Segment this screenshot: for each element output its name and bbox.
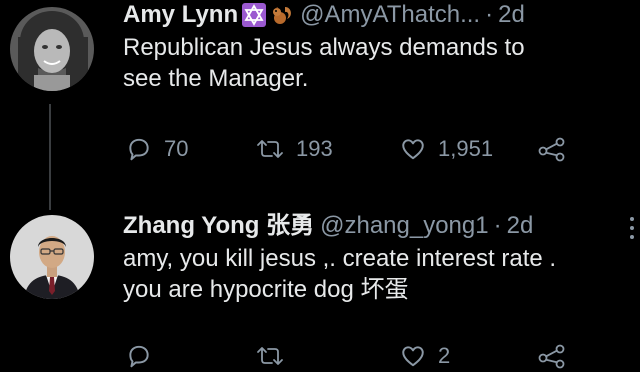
timestamp[interactable]: 2d bbox=[507, 212, 534, 240]
reply-button[interactable] bbox=[126, 343, 164, 369]
share-button[interactable] bbox=[538, 343, 566, 369]
display-name[interactable]: Zhang Yong 张勇 bbox=[123, 212, 314, 240]
tweet-text-line: see the Manager. bbox=[123, 65, 309, 92]
tweet-text-line: Republican Jesus always demands to bbox=[123, 34, 525, 61]
squirrel-icon bbox=[270, 3, 294, 27]
avatar-amy-lynn[interactable] bbox=[10, 7, 94, 91]
like-count: 2 bbox=[438, 343, 451, 368]
reply-icon bbox=[126, 136, 152, 162]
retweet-count: 193 bbox=[296, 136, 333, 161]
tweet-text-line: amy, you kill jesus ,. create interest r… bbox=[123, 245, 557, 272]
like-button[interactable]: 2 bbox=[400, 343, 450, 369]
tweet-text: Republican Jesus always demands to see t… bbox=[123, 32, 525, 94]
user-handle[interactable]: @AmyAThatch... bbox=[300, 1, 480, 29]
more-options-icon[interactable] bbox=[630, 217, 636, 239]
avatar-zhang-yong[interactable] bbox=[10, 215, 94, 299]
retweet-button[interactable]: 193 bbox=[256, 136, 333, 162]
share-button[interactable] bbox=[538, 136, 566, 162]
like-button[interactable]: 1,951 bbox=[400, 136, 493, 162]
reply-icon bbox=[126, 343, 152, 369]
tweet-header: Amy Lynn @AmyAThatch... · 2d bbox=[123, 1, 525, 29]
reply-count: 70 bbox=[164, 136, 189, 161]
retweet-icon bbox=[256, 136, 284, 162]
tweet-header: Zhang Yong 张勇 @zhang_yong1 · 2d bbox=[123, 212, 556, 240]
retweet-button[interactable] bbox=[256, 343, 296, 369]
star-of-david-icon bbox=[242, 3, 267, 27]
timestamp[interactable]: 2d bbox=[498, 1, 525, 29]
tweet-amy-lynn[interactable]: Amy Lynn @AmyAThatch... · 2d Republican … bbox=[0, 0, 640, 200]
like-count: 1,951 bbox=[438, 136, 494, 161]
retweet-icon bbox=[256, 343, 284, 369]
heart-icon bbox=[400, 136, 426, 162]
tweet-text: amy, you kill jesus ,. create interest r… bbox=[123, 243, 556, 305]
share-icon bbox=[538, 136, 566, 162]
reply-button[interactable]: 70 bbox=[126, 136, 188, 162]
tweet-text-line: you are hypocrite dog 坏蛋 bbox=[123, 276, 409, 303]
display-name[interactable]: Amy Lynn bbox=[123, 1, 238, 29]
user-handle[interactable]: @zhang_yong1 bbox=[320, 212, 489, 240]
separator-dot: · bbox=[485, 1, 494, 28]
tweet-zhang-yong[interactable]: Zhang Yong 张勇 @zhang_yong1 · 2d amy, you… bbox=[0, 205, 640, 372]
share-icon bbox=[538, 343, 566, 369]
heart-icon bbox=[400, 343, 426, 369]
separator-dot: · bbox=[493, 212, 502, 239]
